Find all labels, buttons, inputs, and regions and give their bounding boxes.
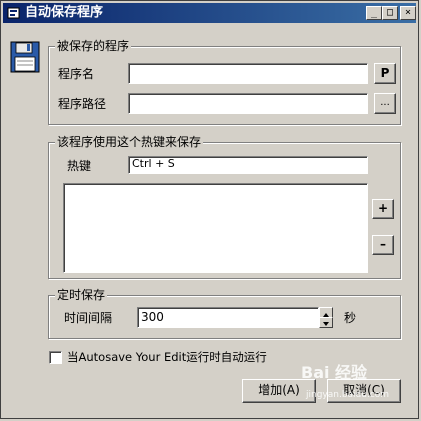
- program-path-input[interactable]: [128, 93, 368, 114]
- program-path-label: 程序路径: [58, 97, 107, 111]
- add-hotkey-button[interactable]: +: [372, 199, 394, 219]
- program-group-legend: 被保存的程序: [55, 39, 132, 53]
- program-name-input[interactable]: [128, 63, 368, 84]
- interval-spin-down-button[interactable]: [319, 317, 333, 328]
- arrow-down-icon: [323, 322, 329, 326]
- timer-group-legend: 定时保存: [55, 288, 108, 302]
- browse-path-button[interactable]: ...: [374, 93, 396, 114]
- minimize-button[interactable]: _: [366, 6, 382, 20]
- hotkey-group-legend: 该程序使用这个热键来保存: [55, 135, 204, 149]
- interval-input[interactable]: 300: [137, 307, 319, 328]
- window-title: 自动保存程序: [25, 5, 104, 20]
- pick-program-button[interactable]: P: [374, 63, 396, 84]
- title-bar[interactable]: 自动保存程序 _ □ ×: [3, 3, 416, 23]
- remove-hotkey-button[interactable]: –: [372, 235, 394, 255]
- floppy-disk-icon: [10, 41, 40, 73]
- watermark-logo: Bai 经验: [301, 363, 368, 382]
- dialog-window: 自动保存程序 _ □ × 被保存的程序 程序名 P 程序路径 ... 该程序使用…: [0, 0, 419, 419]
- program-name-label: 程序名: [58, 67, 95, 81]
- close-button[interactable]: ×: [400, 6, 416, 20]
- maximize-button[interactable]: □: [382, 6, 398, 20]
- interval-unit: 秒: [344, 311, 357, 325]
- app-icon: [7, 7, 20, 19]
- interval-label: 时间间隔: [64, 311, 113, 325]
- hotkey-listbox[interactable]: [63, 183, 368, 273]
- hotkey-label: 热键: [67, 159, 92, 173]
- hotkey-input[interactable]: Ctrl + S: [128, 156, 368, 174]
- watermark-url: jingyan.baidu.com: [306, 390, 390, 400]
- autorun-checkbox[interactable]: [49, 351, 62, 364]
- autorun-label: 当Autosave Your Edit运行时自动运行: [67, 350, 267, 364]
